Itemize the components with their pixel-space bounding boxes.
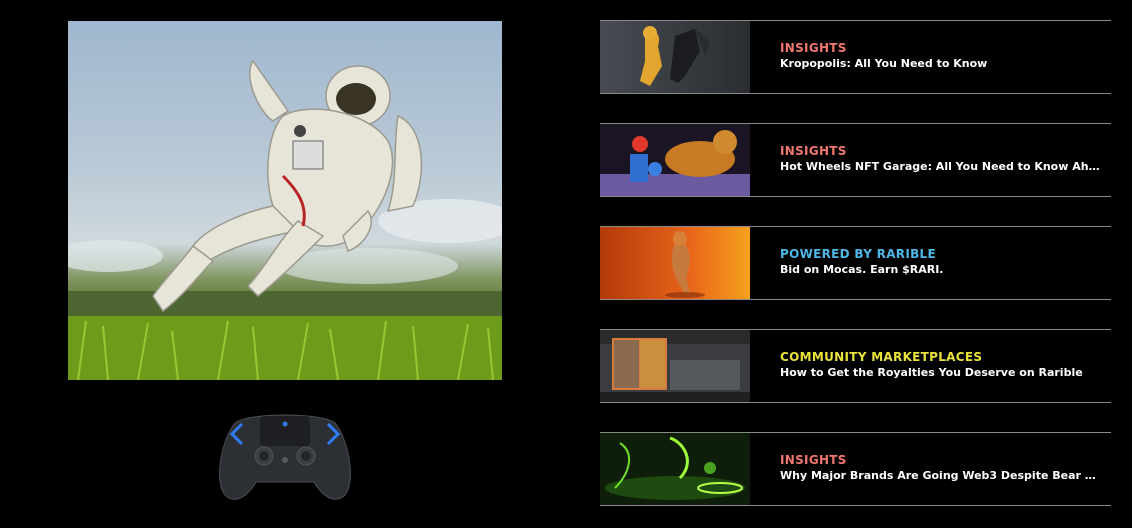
article-title[interactable]: Hot Wheels NFT Garage: All You Need to K… xyxy=(780,159,1100,175)
home-theater-thumbnail xyxy=(600,330,750,402)
article-title[interactable]: Why Major Brands Are Going Web3 Despite … xyxy=(780,468,1100,484)
article-title[interactable]: Kropopolis: All You Need to Know xyxy=(780,56,1100,72)
article-card-kropopolis[interactable]: INSIGHTS Kropopolis: All You Need to Kno… xyxy=(600,20,1111,94)
article-tag: INSIGHTS xyxy=(780,453,847,467)
yellow-figure-chair-thumbnail xyxy=(600,21,750,93)
gamepad-icon[interactable] xyxy=(214,404,356,504)
green-glow-thumbnail xyxy=(600,433,750,505)
article-tag: INSIGHTS xyxy=(780,41,847,55)
scooby-doo-toy-thumbnail xyxy=(600,124,750,196)
article-title[interactable]: Bid on Mocas. Earn $RARI. xyxy=(780,262,1100,278)
astronaut-in-grass-image xyxy=(68,59,502,380)
article-tag: INSIGHTS xyxy=(780,144,847,158)
article-card-hot-wheels[interactable]: INSIGHTS Hot Wheels NFT Garage: All You … xyxy=(600,123,1111,197)
article-tag: POWERED BY RARIBLE xyxy=(780,247,936,261)
article-card-royalties[interactable]: COMMUNITY MARKETPLACES How to Get the Ro… xyxy=(600,329,1111,403)
hero-image xyxy=(68,21,502,380)
orange-figure-thumbnail xyxy=(600,227,750,299)
article-title[interactable]: How to Get the Royalties You Deserve on … xyxy=(780,365,1100,381)
article-card-major-brands[interactable]: INSIGHTS Why Major Brands Are Going Web3… xyxy=(600,432,1111,506)
article-card-mocas[interactable]: POWERED BY RARIBLE Bid on Mocas. Earn $R… xyxy=(600,226,1111,300)
article-tag: COMMUNITY MARKETPLACES xyxy=(780,350,983,364)
